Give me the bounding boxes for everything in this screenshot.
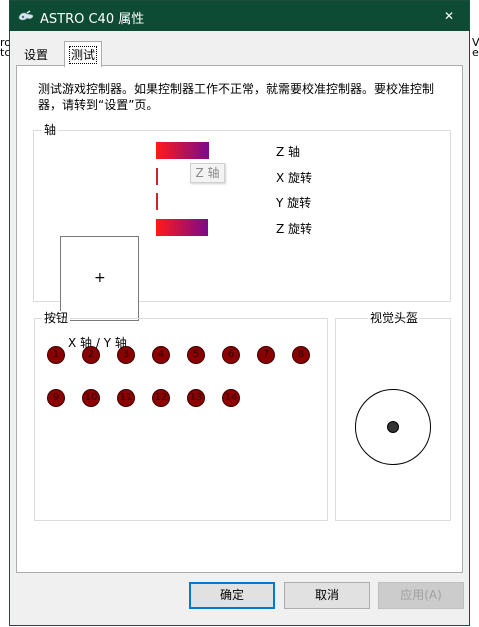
tooltip: Z 轴 xyxy=(190,163,225,183)
button-indicator: 4 xyxy=(152,346,170,364)
button-indicator: 14 xyxy=(222,389,240,407)
button-indicator: 6 xyxy=(222,346,240,364)
button-indicator: 12 xyxy=(152,389,170,407)
ok-button[interactable]: 确定 xyxy=(189,582,275,609)
y-rotation-bar xyxy=(156,193,158,210)
z-rotation-label: Z 旋转 xyxy=(276,222,313,236)
cancel-button[interactable]: 取消 xyxy=(284,582,370,609)
button-indicator: 5 xyxy=(187,346,205,364)
y-rotation-label: Y 旋转 xyxy=(276,196,312,210)
title-bar[interactable]: ASTRO C40 属性 ✕ xyxy=(10,1,469,31)
button-indicator: 10 xyxy=(82,389,100,407)
tab-settings[interactable]: 设置 xyxy=(16,44,56,64)
pov-group: 视觉头盔 xyxy=(335,311,451,521)
close-icon: ✕ xyxy=(443,9,455,23)
buttons-group: 按钮 1 2 3 4 5 6 7 8 9 10 11 12 13 14 xyxy=(34,311,328,521)
x-rotation-bar xyxy=(156,168,158,185)
buttons-group-label: 按钮 xyxy=(42,311,71,325)
button-indicator: 8 xyxy=(292,346,310,364)
close-button[interactable]: ✕ xyxy=(429,1,469,31)
z-axis-label: Z 轴 xyxy=(276,145,301,159)
x-rotation-label: X 旋转 xyxy=(276,171,313,185)
tab-label: 测试 xyxy=(68,46,98,64)
axes-group-label: 轴 xyxy=(42,123,59,137)
axes-group: 轴 + X 轴 / Y 轴 Z 轴 X 旋转 Y 旋转 Z 旋转 Z 轴 xyxy=(33,123,451,350)
button-indicator: 2 xyxy=(82,346,100,364)
z-rotation-bar xyxy=(156,219,208,236)
button-indicator: 11 xyxy=(117,389,135,407)
gamepad-icon xyxy=(17,7,35,25)
crosshair-icon: + xyxy=(94,270,106,286)
background-window-right xyxy=(470,30,479,626)
tab-label: 设置 xyxy=(24,48,49,62)
apply-button[interactable]: 应用(A) xyxy=(378,582,464,609)
button-indicator: 1 xyxy=(47,346,65,364)
button-indicator: 7 xyxy=(257,346,275,364)
z-axis-bar xyxy=(156,142,209,159)
pov-circle xyxy=(355,389,431,465)
xy-axis-display: + xyxy=(60,236,139,321)
background-text: e xyxy=(472,46,479,59)
tab-panel: 测试游戏控制器。如果控制器工作不正常，就需要校准控制器。要校准控制器，请转到“设… xyxy=(16,65,463,573)
button-indicator: 13 xyxy=(187,389,205,407)
tab-test[interactable]: 测试 xyxy=(64,41,103,67)
pov-group-label: 视觉头盔 xyxy=(368,311,421,325)
window-title: ASTRO C40 属性 xyxy=(40,12,145,27)
button-indicator: 3 xyxy=(117,346,135,364)
description-text: 测试游戏控制器。如果控制器工作不正常，就需要校准控制器。要校准控制器，请转到“设… xyxy=(38,82,435,112)
pov-indicator xyxy=(387,421,399,433)
button-indicator: 9 xyxy=(47,389,65,407)
background-window-left xyxy=(0,30,9,626)
properties-dialog: ASTRO C40 属性 ✕ 设置 测试 测试游戏控制器。如果控制器工作不正常，… xyxy=(9,0,470,626)
